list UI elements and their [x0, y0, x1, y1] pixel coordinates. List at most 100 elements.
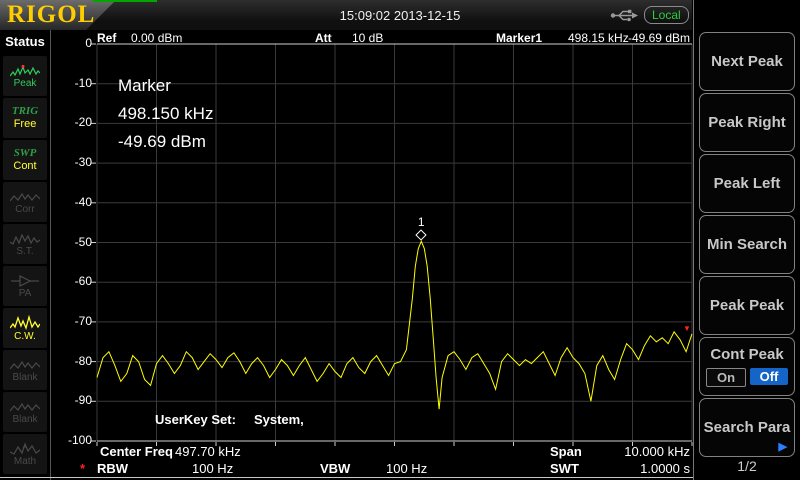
marker-readout-amplitude: -49.69 dBm [118, 128, 213, 156]
status-item-label: Blank [12, 415, 37, 425]
status-item-math: Math [3, 434, 47, 474]
peak-peak-button[interactable]: Peak Peak [699, 276, 795, 335]
swt-label: SWT [550, 461, 579, 476]
y-axis-tick-label: -80 [50, 354, 92, 368]
ref-level-value: 0.00 dBm [131, 31, 182, 45]
marker-readout: Marker 498.150 kHz -49.69 dBm [118, 72, 213, 156]
y-axis-tick-label: -10 [50, 76, 92, 90]
status-item-cw: C.W. [3, 308, 47, 348]
status-item-label: Corr [15, 205, 34, 215]
corr-waveform-icon [10, 190, 40, 204]
blank-waveform-icon [10, 358, 40, 372]
sweep-mode: Cont [13, 160, 36, 172]
softkey-menu: Next Peak Peak Right Peak Left Min Searc… [694, 0, 800, 480]
status-item-label: Peak [14, 79, 37, 89]
next-peak-button[interactable]: Next Peak [699, 32, 795, 91]
math-waveform-icon [10, 442, 40, 456]
center-freq-label: Center Freq [100, 444, 173, 459]
peak-left-button[interactable]: Peak Left [699, 154, 795, 213]
y-axis-tick-label: -60 [50, 274, 92, 288]
local-status-badge: Local [644, 6, 689, 24]
y-axis-tick-label: -40 [50, 195, 92, 209]
marker1-label: Marker1 [496, 31, 542, 45]
usb-icon [610, 9, 638, 22]
button-label: Next Peak [711, 53, 783, 70]
peak-right-button[interactable]: Peak Right [699, 93, 795, 152]
y-axis-tick-label: -30 [50, 155, 92, 169]
blank-waveform-icon [10, 400, 40, 414]
header-green-strip [93, 0, 157, 2]
menu-page-indicator: 1/2 [694, 458, 800, 474]
button-label: Cont Peak [710, 346, 783, 363]
rbw-label: RBW [97, 461, 128, 476]
submenu-arrow-icon: ▶ [779, 440, 787, 453]
status-item-label: Blank [12, 373, 37, 383]
brand-logo: RIGOL [7, 1, 95, 29]
y-axis-tick-label: -50 [50, 235, 92, 249]
marker-readout-frequency: 498.150 kHz [118, 100, 213, 128]
footer-divider [0, 477, 694, 478]
sweep-acronym: SWP [14, 148, 37, 159]
cont-peak-on-option[interactable]: On [706, 368, 746, 387]
button-label: Peak Left [714, 175, 781, 192]
status-item-blank2: Blank [3, 392, 47, 432]
button-label: Peak Right [708, 114, 786, 131]
status-item-label: Math [14, 457, 36, 467]
trigger-mode: Free [14, 118, 37, 130]
y-axis-tick-label: -70 [50, 314, 92, 328]
spectrum-analyzer-screen: RIGOL 15:09:02 2013-12-15 Local Peak Sta… [0, 0, 800, 480]
header-bar: RIGOL 15:09:02 2013-12-15 Local [0, 0, 692, 30]
status-item-blank1: Blank [3, 350, 47, 390]
status-item-st: S.T. [3, 224, 47, 264]
rbw-value: 100 Hz [192, 461, 233, 476]
span-value: 10.000 kHz [624, 444, 690, 459]
cw-waveform-icon [10, 315, 40, 331]
y-axis-tick-label: -20 [50, 115, 92, 129]
status-item-corr: Corr [3, 182, 47, 222]
status-divider [50, 30, 51, 480]
userkey-message-value: System, [254, 412, 304, 427]
sweep-position-icon: ▼ [683, 325, 691, 333]
center-freq-value: 497.70 kHz [175, 444, 241, 459]
vbw-label: VBW [320, 461, 350, 476]
status-item-trigger: TRIG Free [3, 98, 47, 138]
marker-number-label: 1 [417, 215, 425, 229]
button-label: Peak Peak [710, 297, 784, 314]
peak-waveform-icon [10, 64, 40, 78]
status-item-peak: Peak [3, 56, 47, 96]
y-axis-tick-label: -90 [50, 393, 92, 407]
y-axis-tick-label: 0 [50, 36, 92, 50]
preamp-icon [11, 274, 39, 288]
attenuation-value: 10 dB [352, 31, 383, 45]
status-item-pa: PA [3, 266, 47, 306]
cont-peak-button[interactable]: Cont Peak On Off [699, 337, 795, 396]
userkey-message-label: UserKey Set: [155, 412, 236, 427]
trigger-acronym: TRIG [12, 106, 38, 117]
y-axis-tick-label: -100 [50, 433, 92, 447]
button-label: Search Para [704, 419, 791, 436]
marker-readout-title: Marker [118, 72, 213, 100]
status-panel-title: Status [0, 30, 50, 49]
marker1-frequency: 498.15 kHz [568, 31, 629, 45]
userkey-message: UserKey Set: System, [155, 412, 304, 427]
status-panel: Status Peak TRIG Free SWP Cont [0, 30, 50, 480]
search-para-button[interactable]: Search Para ▶ [699, 398, 795, 457]
status-item-label: C.W. [14, 332, 36, 342]
st-waveform-icon [10, 232, 40, 246]
span-label: Span [550, 444, 582, 459]
status-item-label: S.T. [16, 247, 33, 257]
min-search-button[interactable]: Min Search [699, 215, 795, 274]
status-item-label: PA [19, 289, 32, 299]
marker1-amplitude: -49.69 dBm [628, 31, 690, 45]
vbw-value: 100 Hz [386, 461, 427, 476]
attenuation-label: Att [315, 31, 332, 45]
status-item-list: Peak TRIG Free SWP Cont Corr S.T. [3, 56, 47, 474]
button-label: Min Search [707, 236, 787, 253]
rbw-coupling-flag: * [80, 461, 85, 476]
cont-peak-off-option[interactable]: Off [750, 368, 788, 385]
swt-value: 1.0000 s [640, 461, 690, 476]
datetime-display: 15:09:02 2013-12-15 [290, 8, 510, 23]
cont-peak-toggle: On Off [706, 368, 788, 387]
ref-level-label: Ref [97, 31, 116, 45]
status-item-sweep: SWP Cont [3, 140, 47, 180]
